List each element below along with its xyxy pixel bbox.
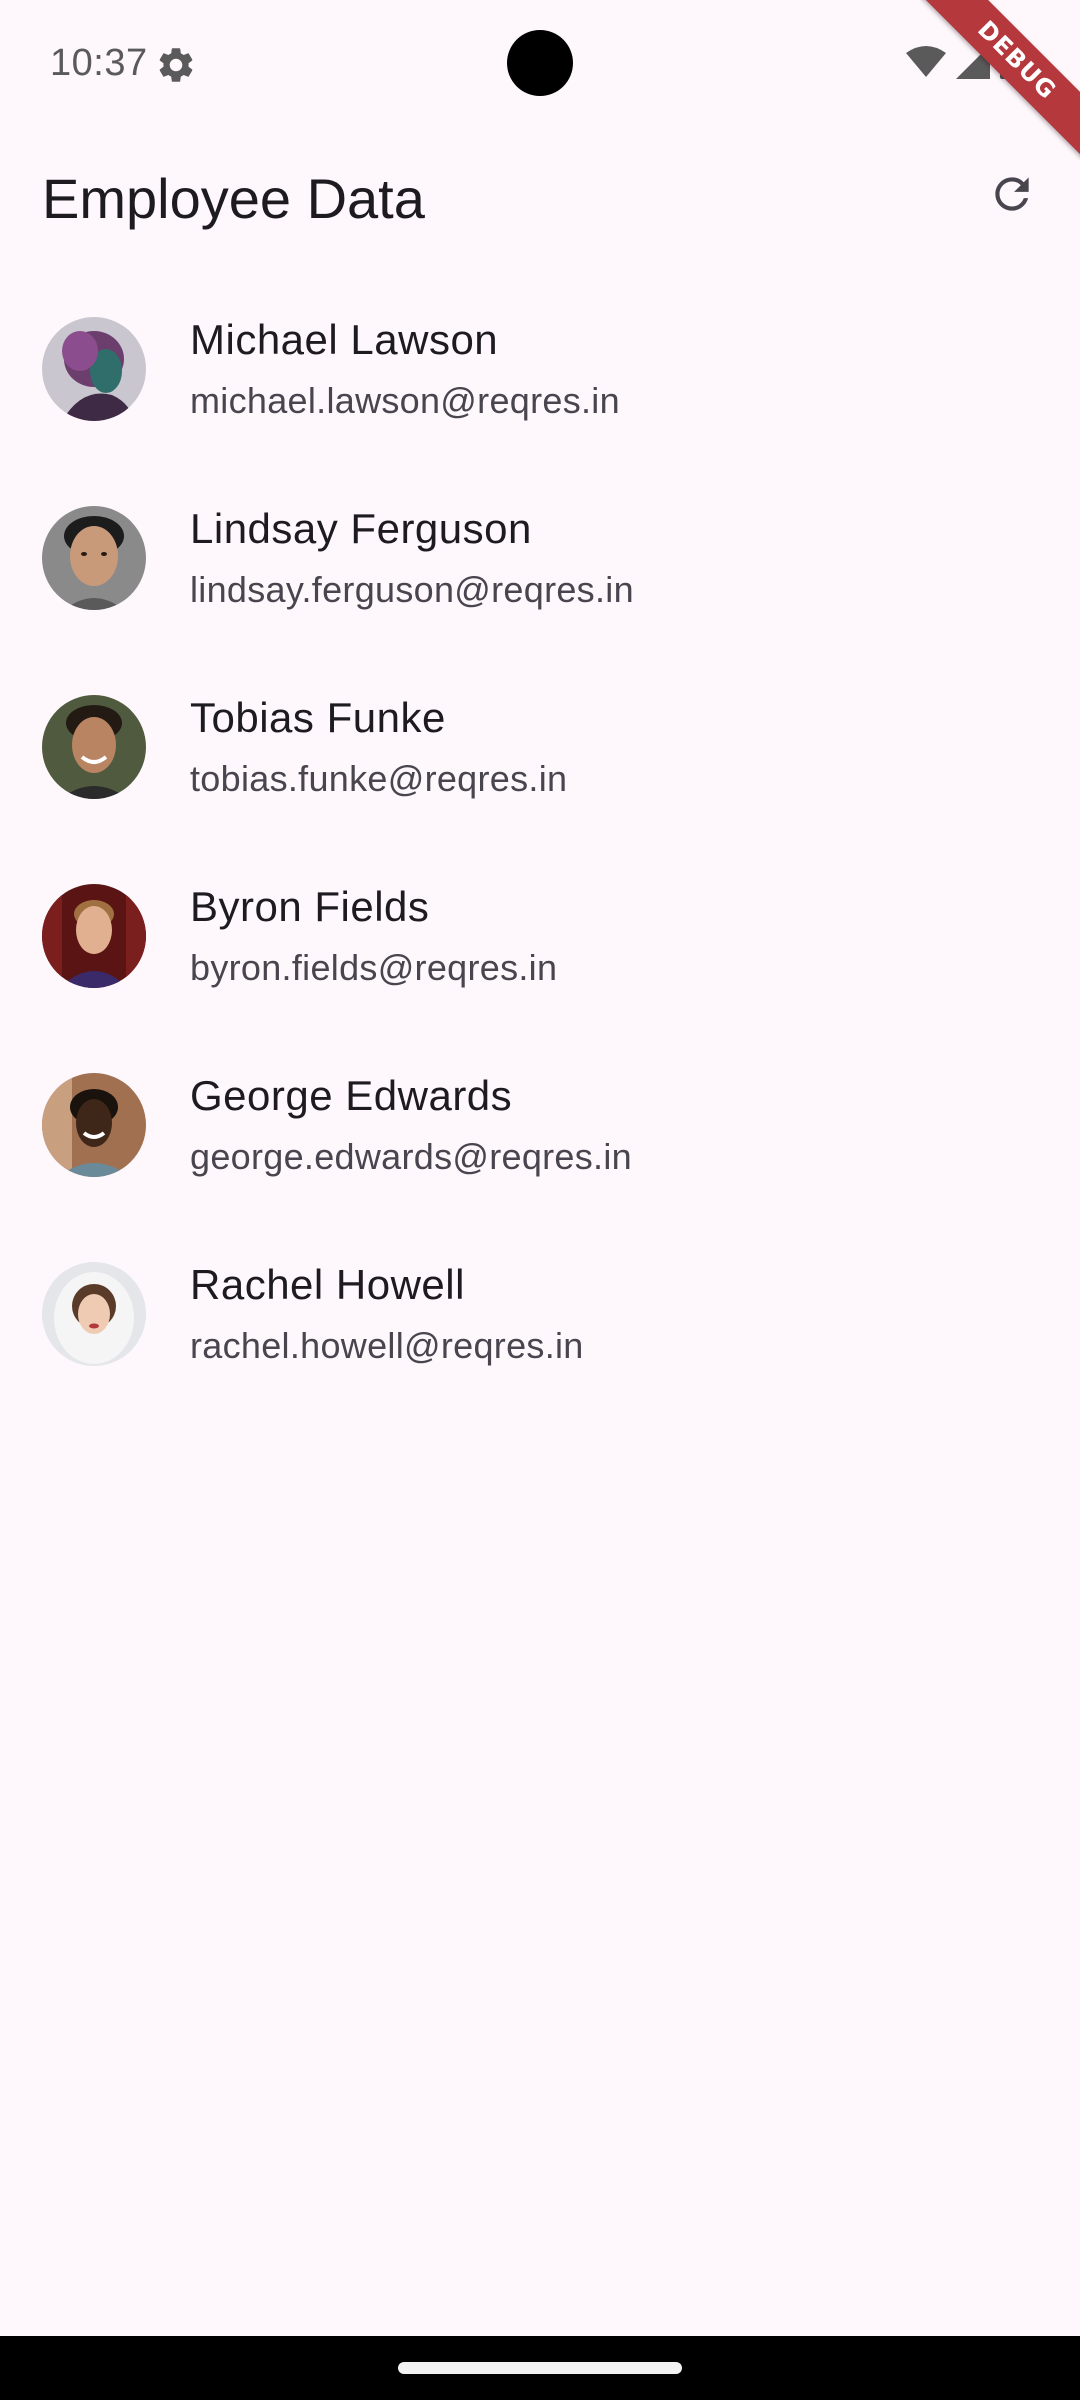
avatar — [42, 1073, 146, 1177]
app-screen: 10:37 DEBUG Employee Data Michael Lawson… — [0, 0, 1080, 2400]
list-item[interactable]: Tobias Funke tobias.funke@reqres.in — [0, 652, 1080, 841]
employee-name: Rachel Howell — [190, 1261, 465, 1308]
avatar — [42, 317, 146, 421]
avatar — [42, 695, 146, 799]
list-item[interactable]: Byron Fields byron.fields@reqres.in — [0, 841, 1080, 1030]
refresh-icon — [987, 169, 1037, 224]
avatar — [42, 506, 146, 610]
avatar — [42, 884, 146, 988]
refresh-button[interactable] — [968, 152, 1056, 240]
avatar — [42, 1262, 146, 1366]
employee-email: tobias.funke@reqres.in — [190, 758, 568, 799]
employee-email: george.edwards@reqres.in — [190, 1136, 632, 1177]
employee-list: Michael Lawson michael.lawson@reqres.in … — [0, 274, 1080, 1408]
app-bar: Employee Data — [0, 140, 1080, 260]
page-title: Employee Data — [42, 167, 425, 230]
home-indicator[interactable] — [398, 2362, 682, 2374]
employee-name: Byron Fields — [190, 883, 430, 930]
battery-icon — [1000, 45, 1020, 84]
system-navigation-bar — [0, 2336, 1080, 2400]
employee-email: michael.lawson@reqres.in — [190, 380, 620, 421]
employee-name: Lindsay Ferguson — [190, 505, 532, 552]
list-item[interactable]: George Edwards george.edwards@reqres.in — [0, 1030, 1080, 1219]
employee-name: Michael Lawson — [190, 316, 499, 363]
employee-email: rachel.howell@reqres.in — [190, 1325, 584, 1366]
wifi-icon — [906, 45, 946, 84]
employee-email: lindsay.ferguson@reqres.in — [190, 569, 634, 610]
camera-cutout — [507, 30, 573, 96]
cellular-signal-icon — [956, 44, 990, 84]
status-time: 10:37 — [50, 42, 148, 84]
list-item[interactable]: Michael Lawson michael.lawson@reqres.in — [0, 274, 1080, 463]
settings-gear-icon — [155, 44, 197, 86]
employee-email: byron.fields@reqres.in — [190, 947, 558, 988]
status-icons — [906, 44, 1020, 84]
list-item[interactable]: Lindsay Ferguson lindsay.ferguson@reqres… — [0, 463, 1080, 652]
status-bar: 10:37 — [0, 0, 1080, 130]
employee-name: George Edwards — [190, 1072, 513, 1119]
employee-name: Tobias Funke — [190, 694, 446, 741]
list-item[interactable]: Rachel Howell rachel.howell@reqres.in — [0, 1219, 1080, 1408]
